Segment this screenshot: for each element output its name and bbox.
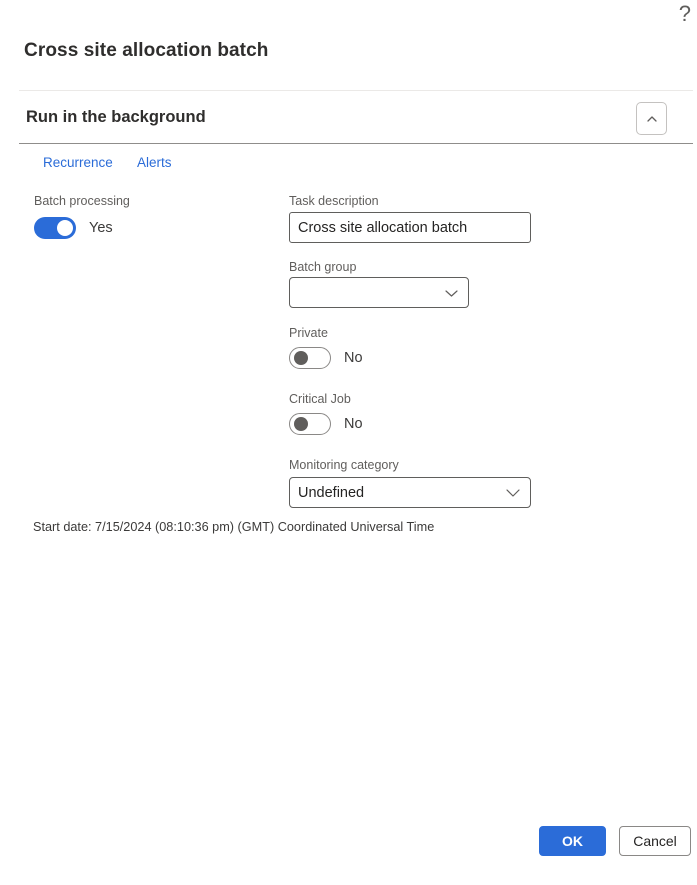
tab-alerts[interactable]: Alerts	[137, 155, 172, 170]
private-toggle[interactable]	[289, 347, 331, 369]
ok-button[interactable]: OK	[539, 826, 606, 856]
toggle-knob	[294, 351, 308, 365]
toggle-knob	[294, 417, 308, 431]
task-description-label: Task description	[289, 194, 379, 208]
private-value: No	[344, 350, 363, 366]
run-in-background-dialog: ? Cross site allocation batch Run in the…	[0, 0, 697, 885]
collapse-section-button[interactable]	[636, 102, 667, 135]
batch-processing-toggle[interactable]	[34, 217, 76, 239]
batch-group-select[interactable]	[289, 277, 469, 308]
critical-job-value: No	[344, 416, 363, 432]
page-title: Cross site allocation batch	[24, 40, 269, 61]
monitoring-category-select[interactable]: Undefined	[289, 477, 531, 508]
chevron-down-icon	[505, 487, 521, 498]
start-date-text: Start date: 7/15/2024 (08:10:36 pm) (GMT…	[33, 520, 435, 534]
task-description-input[interactable]	[289, 212, 531, 243]
section-title: Run in the background	[26, 108, 206, 126]
section-header-divider	[19, 143, 693, 144]
critical-job-label: Critical Job	[289, 392, 351, 406]
chevron-down-icon	[444, 288, 459, 298]
batch-processing-value: Yes	[89, 220, 113, 236]
tab-recurrence[interactable]: Recurrence	[43, 155, 113, 170]
batch-processing-label: Batch processing	[34, 194, 130, 208]
monitoring-category-label: Monitoring category	[289, 458, 399, 472]
toggle-knob	[57, 220, 73, 236]
batch-group-label: Batch group	[289, 260, 357, 274]
help-icon[interactable]: ?	[679, 1, 691, 27]
monitoring-category-value: Undefined	[298, 484, 365, 501]
section-top-divider	[19, 90, 693, 91]
cancel-button[interactable]: Cancel	[619, 826, 691, 856]
chevron-up-icon	[645, 113, 659, 125]
critical-job-toggle[interactable]	[289, 413, 331, 435]
private-label: Private	[289, 326, 328, 340]
